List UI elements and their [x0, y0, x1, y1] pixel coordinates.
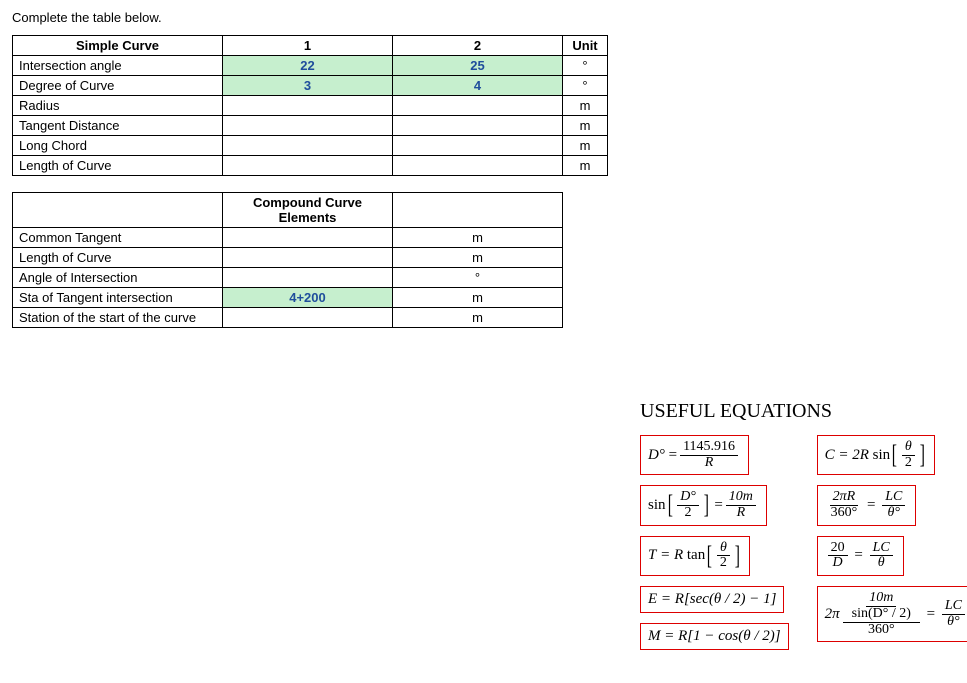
- t2-row-value[interactable]: [223, 228, 393, 248]
- t1-row-unit: °: [563, 76, 608, 96]
- t1-row-unit: m: [563, 136, 608, 156]
- equation-2pi-nested: 2π 10msin(D° / 2) 360° = LCθ°: [817, 586, 967, 642]
- t1-row-unit: m: [563, 116, 608, 136]
- t1-row-v1: 22: [223, 56, 393, 76]
- equation-sin-d: sin[ D°2 ] = 10mR: [640, 485, 767, 525]
- t1-header-curve: Simple Curve: [13, 36, 223, 56]
- t2-row-value[interactable]: [223, 248, 393, 268]
- t2-row-unit: m: [393, 308, 563, 328]
- t1-row-v2[interactable]: [393, 96, 563, 116]
- t1-header-1: 1: [223, 36, 393, 56]
- t2-header-blank2: [393, 193, 563, 228]
- t1-row-label: Tangent Distance: [13, 116, 223, 136]
- t1-row-unit: °: [563, 56, 608, 76]
- equation-chord: C = 2R sin[ θ2 ]: [817, 435, 935, 475]
- t2-row-value: 4+200: [223, 288, 393, 308]
- t2-row-label: Common Tangent: [13, 228, 223, 248]
- t1-row-v1: 3: [223, 76, 393, 96]
- t2-row-label: Length of Curve: [13, 248, 223, 268]
- t2-row-label: Sta of Tangent intersection: [13, 288, 223, 308]
- t2-row-value[interactable]: [223, 268, 393, 288]
- t2-row-unit: m: [393, 288, 563, 308]
- t1-header-unit: Unit: [563, 36, 608, 56]
- t1-row-label: Long Chord: [13, 136, 223, 156]
- equation-arc-360: 2πR360° = LCθ°: [817, 485, 917, 525]
- equation-middle-ordinate: M = R[1 − cos(θ / 2)]: [640, 623, 789, 650]
- equation-degree: D° = 1145.916R: [640, 435, 749, 475]
- instruction-text: Complete the table below.: [12, 10, 955, 25]
- compound-curve-table: Compound Curve Elements Common Tangent m…: [12, 192, 563, 328]
- t2-header-title: Compound Curve Elements: [223, 193, 393, 228]
- t1-row-unit: m: [563, 156, 608, 176]
- t1-row-label: Intersection angle: [13, 56, 223, 76]
- t1-row-label: Length of Curve: [13, 156, 223, 176]
- t2-row-label: Station of the start of the curve: [13, 308, 223, 328]
- t2-row-value[interactable]: [223, 308, 393, 328]
- t1-row-v1[interactable]: [223, 136, 393, 156]
- t1-row-v2[interactable]: [393, 156, 563, 176]
- t1-row-v1[interactable]: [223, 116, 393, 136]
- simple-curve-table: Simple Curve 1 2 Unit Intersection angle…: [12, 35, 608, 176]
- t1-row-v2[interactable]: [393, 136, 563, 156]
- t1-row-unit: m: [563, 96, 608, 116]
- t1-row-v2: 25: [393, 56, 563, 76]
- t1-header-2: 2: [393, 36, 563, 56]
- equations-title: USEFUL EQUATIONS: [640, 400, 967, 423]
- t2-row-label: Angle of Intersection: [13, 268, 223, 288]
- t1-row-v2[interactable]: [393, 116, 563, 136]
- t2-row-unit: m: [393, 248, 563, 268]
- equations-left-column: D° = 1145.916R sin[ D°2 ] = 10mR T = R t…: [640, 435, 789, 650]
- equation-20-d: 20D = LCθ: [817, 536, 904, 576]
- t2-row-unit: m: [393, 228, 563, 248]
- t1-row-label: Radius: [13, 96, 223, 116]
- t1-row-v2: 4: [393, 76, 563, 96]
- equation-tangent: T = R tan[ θ2 ]: [640, 536, 750, 576]
- t1-row-v1[interactable]: [223, 156, 393, 176]
- t1-row-v1[interactable]: [223, 96, 393, 116]
- t2-row-unit: °: [393, 268, 563, 288]
- t1-row-label: Degree of Curve: [13, 76, 223, 96]
- equations-section: USEFUL EQUATIONS D° = 1145.916R sin[ D°2…: [640, 400, 967, 650]
- equations-right-column: C = 2R sin[ θ2 ] 2πR360° = LCθ° 20D = LC…: [817, 435, 967, 650]
- t2-header-blank: [13, 193, 223, 228]
- equation-external: E = R[sec(θ / 2) − 1]: [640, 586, 784, 613]
